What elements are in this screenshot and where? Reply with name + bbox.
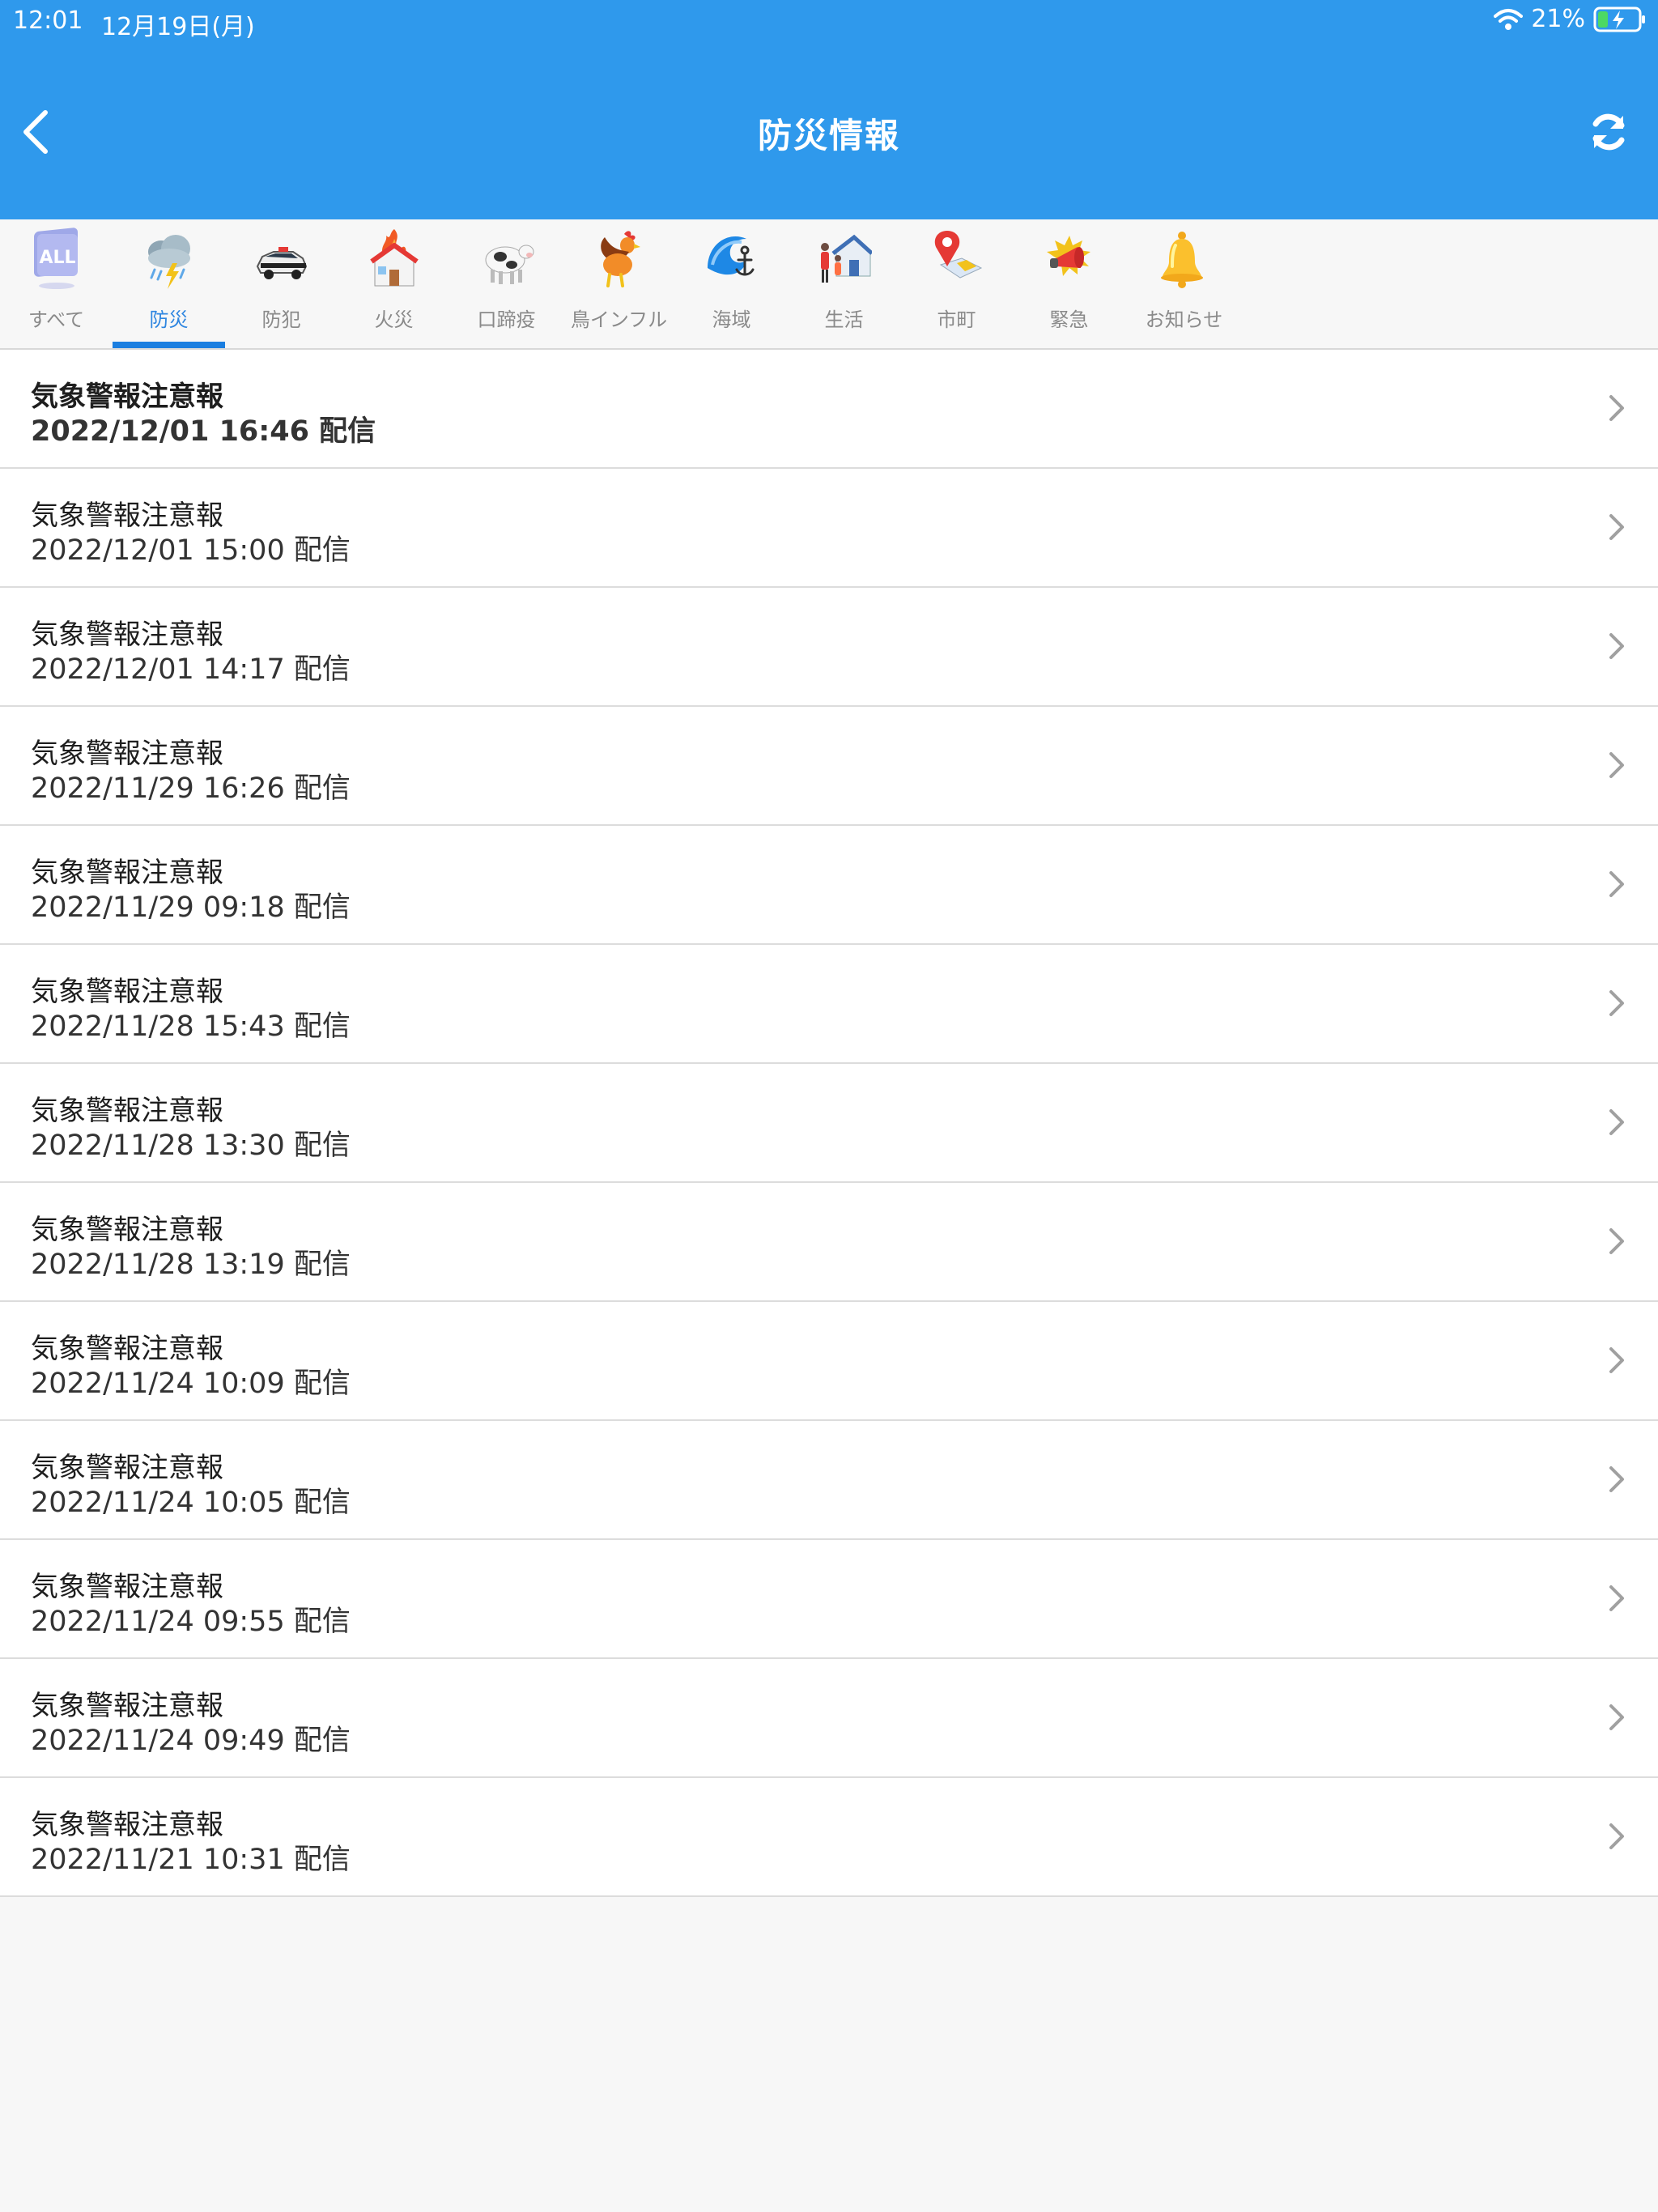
all-icon: ALL	[29, 228, 84, 292]
chevron-right-icon	[1608, 749, 1627, 781]
list-item[interactable]: 気象警報注意報 2022/12/01 15:00 配信	[0, 469, 1658, 588]
cow-icon	[479, 228, 534, 292]
tab-fire[interactable]: 火災	[338, 219, 450, 348]
weather-storm-icon	[142, 228, 197, 292]
tab-notices[interactable]: お知らせ	[1125, 219, 1243, 348]
list-item[interactable]: 気象警報注意報 2022/11/24 09:49 配信	[0, 1659, 1658, 1778]
item-date: 2022/11/28 15:43 配信	[31, 1010, 351, 1043]
item-date: 2022/11/24 09:49 配信	[31, 1725, 351, 1757]
tab-label: 市町	[937, 308, 976, 331]
tab-daily-life[interactable]: 生活	[788, 219, 900, 348]
status-indicators: 21%	[1494, 5, 1647, 33]
chevron-right-icon	[1608, 630, 1627, 662]
tab-disaster[interactable]: 防災	[113, 219, 225, 348]
tab-label: お知らせ	[1145, 308, 1223, 331]
police-car-icon	[254, 228, 309, 292]
battery-charging-icon	[1593, 6, 1647, 32]
item-date: 2022/11/24 09:55 配信	[31, 1606, 351, 1638]
tab-label: 鳥インフル	[570, 308, 668, 331]
chevron-right-icon	[1608, 1463, 1627, 1495]
list-item[interactable]: 気象警報注意報 2022/11/21 10:31 配信	[0, 1778, 1658, 1897]
tab-bird-flu[interactable]: 鳥インフル	[563, 219, 675, 348]
page-title: 防災情報	[757, 116, 900, 155]
svg-text:ALL: ALL	[39, 248, 75, 268]
item-date: 2022/11/29 16:26 配信	[31, 772, 351, 805]
list-item[interactable]: 気象警報注意報 2022/11/29 09:18 配信	[0, 826, 1658, 945]
tab-label: 口蹄疫	[477, 308, 536, 331]
item-date: 2022/11/21 10:31 配信	[31, 1844, 351, 1876]
tab-crime-prevention[interactable]: 防犯	[225, 219, 338, 348]
chevron-right-icon	[1608, 1582, 1627, 1614]
list-item[interactable]: 気象警報注意報 2022/12/01 16:46 配信	[0, 350, 1658, 469]
list-item[interactable]: 気象警報注意報 2022/11/29 16:26 配信	[0, 707, 1658, 826]
list-item[interactable]: 気象警報注意報 2022/11/28 15:43 配信	[0, 945, 1658, 1064]
chevron-right-icon	[1608, 868, 1627, 900]
tab-label: すべて	[28, 308, 85, 331]
refresh-icon	[1592, 113, 1625, 151]
tab-all[interactable]: ALL すべて	[0, 219, 113, 348]
map-pin-icon	[929, 228, 984, 292]
status-time: 12:01	[13, 6, 83, 35]
megaphone-icon	[1042, 228, 1097, 292]
tab-foot-and-mouth[interactable]: 口蹄疫	[450, 219, 563, 348]
tab-label: 海域	[712, 308, 751, 331]
item-date: 2022/11/28 13:19 配信	[31, 1249, 351, 1281]
house-fire-icon	[367, 228, 422, 292]
chevron-right-icon	[1608, 987, 1627, 1019]
chevron-right-icon	[1608, 1225, 1627, 1257]
tab-sea-area[interactable]: 海域	[675, 219, 788, 348]
wave-anchor-icon	[704, 228, 759, 292]
chevron-right-icon	[1608, 1701, 1627, 1733]
chevron-right-icon	[1608, 392, 1627, 424]
disaster-info-list: 気象警報注意報 2022/12/01 16:46 配信 気象警報注意報 2022…	[0, 350, 1658, 1897]
family-house-icon	[817, 228, 872, 292]
chevron-right-icon	[1608, 1820, 1627, 1853]
item-date: 2022/11/24 10:05 配信	[31, 1487, 351, 1519]
tab-label: 火災	[374, 308, 414, 331]
tab-municipality[interactable]: 市町	[900, 219, 1013, 348]
list-item[interactable]: 気象警報注意報 2022/11/24 10:09 配信	[0, 1302, 1658, 1421]
item-date: 2022/11/24 10:09 配信	[31, 1368, 351, 1400]
list-item[interactable]: 気象警報注意報 2022/11/24 09:55 配信	[0, 1540, 1658, 1659]
chevron-right-icon	[1608, 1106, 1627, 1138]
rooster-icon	[592, 228, 647, 292]
tab-label: 緊急	[1049, 308, 1089, 331]
list-item[interactable]: 気象警報注意報 2022/11/28 13:30 配信	[0, 1064, 1658, 1183]
battery-percentage: 21%	[1531, 5, 1585, 33]
tab-emergency[interactable]: 緊急	[1013, 219, 1125, 348]
list-item[interactable]: 気象警報注意報 2022/11/28 13:19 配信	[0, 1183, 1658, 1302]
active-tab-indicator	[113, 342, 225, 348]
item-date: 2022/12/01 15:00 配信	[31, 534, 351, 567]
list-item[interactable]: 気象警報注意報 2022/11/24 10:05 配信	[0, 1421, 1658, 1540]
category-tab-bar: ALL すべて 防災 防犯 火災 口蹄疫 鳥インフル 海域 生活 市町 緊急 お…	[0, 219, 1658, 350]
item-date: 2022/12/01 14:17 配信	[31, 653, 351, 686]
chevron-right-icon	[1608, 1344, 1627, 1376]
bell-icon	[1154, 228, 1209, 292]
refresh-button[interactable]	[1582, 105, 1635, 159]
tab-label: 防犯	[261, 308, 301, 331]
status-date: 12月19日(月)	[101, 13, 255, 41]
item-date: 2022/12/01 16:46 配信	[31, 415, 376, 448]
tab-label: 生活	[824, 308, 864, 331]
item-date: 2022/11/28 13:30 配信	[31, 1129, 351, 1162]
wifi-icon	[1494, 8, 1524, 31]
item-date: 2022/11/29 09:18 配信	[31, 891, 351, 924]
list-item[interactable]: 気象警報注意報 2022/12/01 14:17 配信	[0, 588, 1658, 707]
chevron-right-icon	[1608, 511, 1627, 543]
app-header: 12:01 12月19日(月) 21% 防災情報	[0, 0, 1658, 219]
tab-label: 防災	[149, 308, 189, 331]
